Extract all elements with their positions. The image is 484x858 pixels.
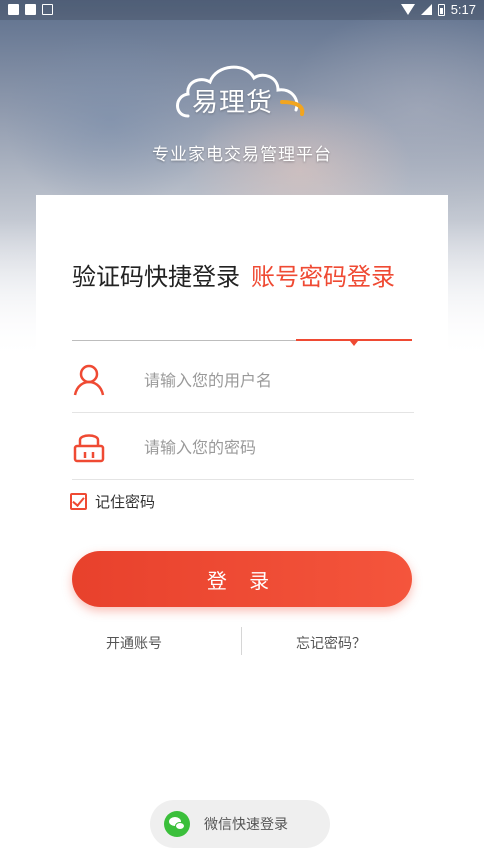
password-field: [72, 414, 414, 480]
username-field: [72, 347, 414, 413]
tab-password-login[interactable]: 账号密码登录: [251, 261, 395, 293]
status-bar: 5:17: [0, 0, 484, 20]
system-icons: 5:17: [400, 2, 476, 17]
wifi-icon: [400, 4, 415, 15]
password-input[interactable]: [144, 434, 404, 460]
login-button[interactable]: 登 录: [72, 551, 412, 607]
notification-icons: [8, 4, 53, 15]
status-time: 5:17: [450, 2, 476, 17]
username-input[interactable]: [144, 367, 404, 393]
links-divider: [241, 627, 242, 655]
remember-label: 记住密码: [95, 493, 156, 511]
notification-icon: [42, 4, 53, 15]
signal-icon: [420, 4, 432, 15]
tab-sms-login[interactable]: 验证码快捷登录: [72, 261, 242, 293]
user-icon: [73, 364, 105, 396]
wechat-login-label: 微信快速登录: [204, 817, 288, 833]
app-logo: 易理货: [170, 58, 320, 128]
slogan: 专业家电交易管理平台: [152, 145, 332, 165]
forgot-password-link[interactable]: 忘记密码？: [296, 633, 366, 653]
wechat-login-button[interactable]: 微信快速登录: [150, 800, 330, 848]
lock-icon: [73, 434, 105, 463]
wechat-icon: [164, 811, 190, 837]
notification-icon: [8, 4, 19, 15]
open-account-link[interactable]: 开通账号: [106, 633, 162, 653]
login-card: 验证码快捷登录 账号密码登录 记住密码 登 录 开通账号 忘记密码？: [36, 195, 448, 715]
battery-icon: [437, 3, 445, 16]
tab-caret-icon: [350, 341, 358, 346]
account-links: 开通账号 忘记密码？: [72, 627, 412, 657]
remember-checkbox[interactable]: [70, 493, 87, 510]
remember-password[interactable]: 记住密码: [70, 491, 155, 512]
notification-icon: [25, 4, 36, 15]
logo-text: 易理货: [192, 88, 274, 118]
